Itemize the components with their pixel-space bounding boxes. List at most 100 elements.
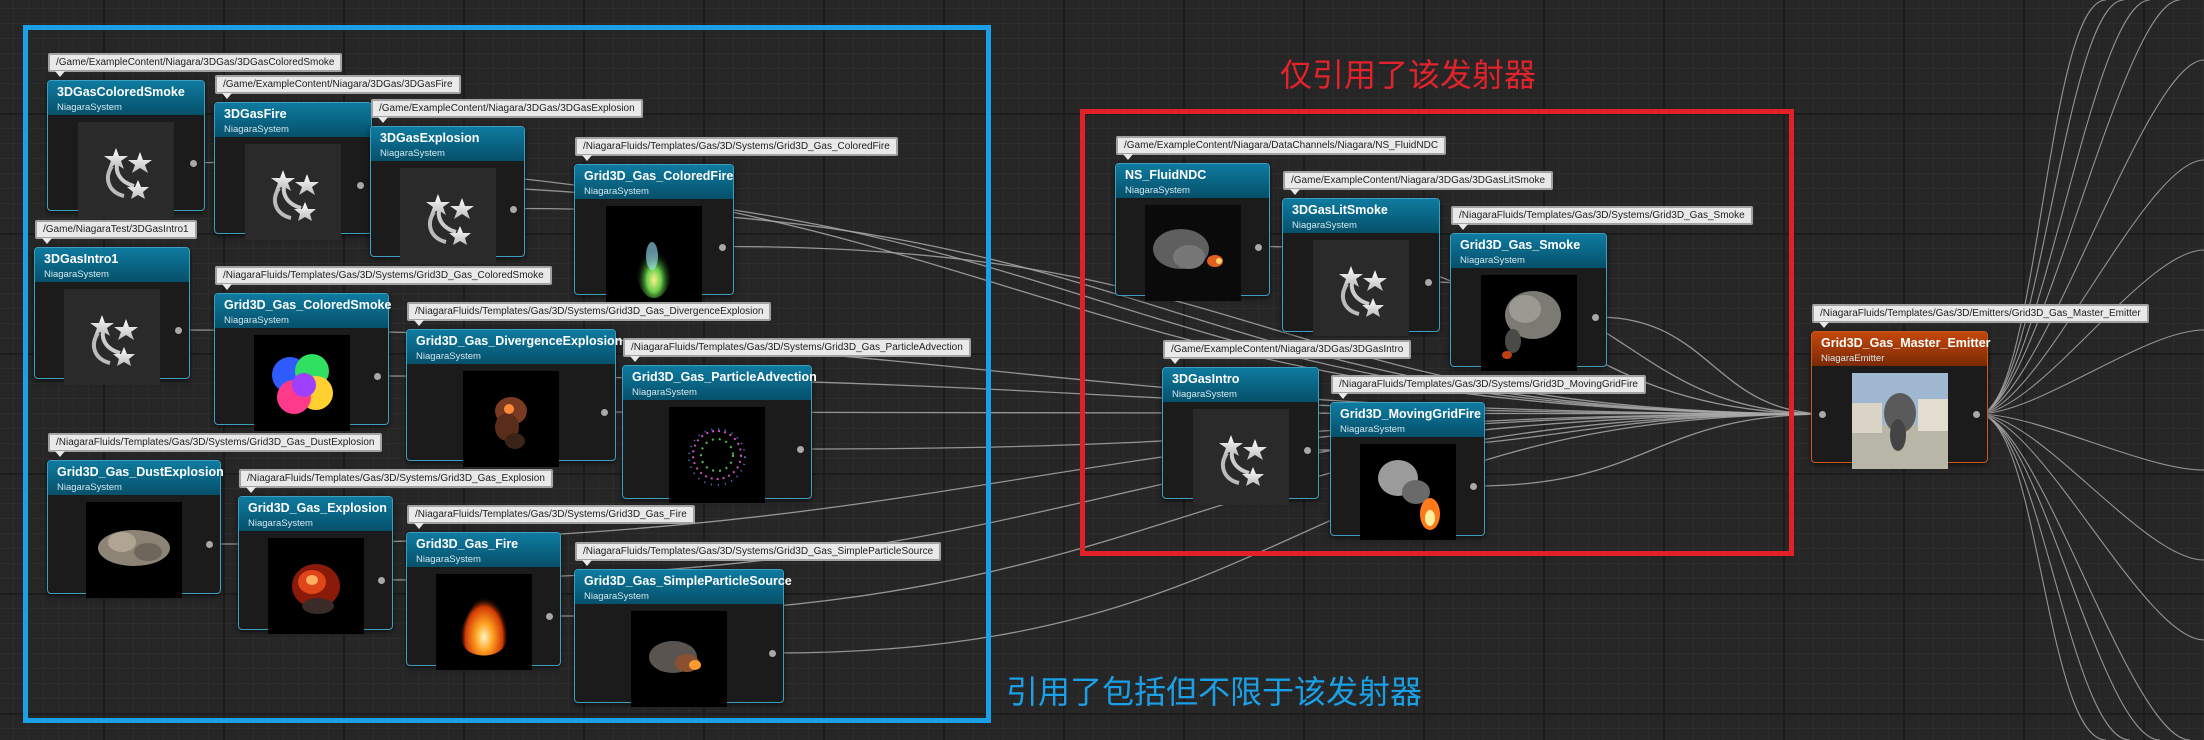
node-type: NiagaraSystem — [632, 387, 697, 398]
reference-wire — [1977, 159, 2204, 415]
node-type: NiagaraSystem — [44, 269, 109, 280]
node-header[interactable]: Grid3D_Gas_Fire NiagaraSystem — [407, 533, 560, 567]
niagara-system-icon — [1313, 240, 1409, 336]
output-pin[interactable] — [1592, 314, 1599, 321]
node-body — [407, 567, 560, 670]
node-body — [1283, 233, 1439, 336]
node-header[interactable]: 3DGasLitSmoke NiagaraSystem — [1283, 199, 1439, 233]
asset-path-tooltip: /NiagaraFluids/Templates/Gas/3D/Systems/… — [575, 137, 898, 161]
node-3dgascoloredsmoke[interactable]: 3DGasColoredSmoke NiagaraSystem — [47, 80, 205, 218]
input-pin[interactable] — [1819, 411, 1826, 418]
niagara-system-icon — [245, 144, 341, 240]
niagara-system-icon — [399, 168, 496, 264]
node-body — [1163, 402, 1318, 505]
node-type: NiagaraSystem — [1125, 185, 1190, 196]
node-grid3d-gas-fire[interactable]: Grid3D_Gas_Fire NiagaraSystem — [406, 532, 561, 670]
output-pin[interactable] — [1425, 279, 1432, 286]
node-grid3d-gas-explosion[interactable]: Grid3D_Gas_Explosion NiagaraSystem — [238, 496, 393, 634]
node-ns-fluidndc[interactable]: NS_FluidNDC NiagaraSystem — [1115, 163, 1270, 301]
asset-path-tooltip: /NiagaraFluids/Templates/Gas/3D/Systems/… — [575, 542, 942, 566]
node-header[interactable]: Grid3D_Gas_Smoke NiagaraSystem — [1451, 234, 1606, 268]
output-pin[interactable] — [175, 327, 182, 334]
dust-explosion-thumbnail — [86, 502, 182, 598]
asset-path-tooltip: /NiagaraFluids/Templates/Gas/3D/Systems/… — [407, 505, 695, 529]
node-header[interactable]: Grid3D_Gas_Master_Emitter NiagaraEmitter — [1812, 332, 1991, 366]
output-pin[interactable] — [1973, 411, 1980, 418]
node-grid3d-gas-master-emitter[interactable]: Grid3D_Gas_Master_Emitter NiagaraEmitter — [1811, 331, 1991, 469]
node-body — [371, 161, 524, 264]
node-body — [1116, 198, 1269, 301]
asset-path-tooltip: /NiagaraFluids/Templates/Gas/3D/Systems/… — [407, 302, 772, 326]
node-3dgasintro[interactable]: 3DGasIntro NiagaraSystem — [1162, 367, 1319, 505]
particle-advection-thumbnail — [669, 407, 765, 503]
node-type: NiagaraSystem — [416, 351, 481, 362]
output-pin[interactable] — [1255, 243, 1262, 251]
node-grid3d-movinggridfire[interactable]: Grid3D_MovingGridFire NiagaraSystem — [1330, 402, 1485, 540]
node-body — [215, 137, 371, 240]
node-header[interactable]: Grid3D_Gas_DivergenceExplosion NiagaraSys… — [407, 330, 622, 364]
node-type: NiagaraSystem — [416, 554, 481, 565]
output-pin[interactable] — [719, 243, 726, 251]
asset-path-tooltip: /Game/ExampleContent/Niagara/3DGas/3DGas… — [1283, 171, 1554, 195]
node-header[interactable]: Grid3D_Gas_ParticleAdvection NiagaraSyste… — [623, 366, 817, 400]
node-header[interactable]: 3DGasIntro NiagaraSystem — [1163, 368, 1318, 402]
node-header[interactable]: 3DGasIntro1 NiagaraSystem — [35, 248, 189, 282]
node-header[interactable]: Grid3D_Gas_Explosion NiagaraSystem — [239, 497, 392, 531]
node-header[interactable]: 3DGasExplosion NiagaraSystem — [371, 127, 524, 161]
niagara-system-icon — [64, 289, 160, 385]
node-header[interactable]: 3DGasColoredSmoke NiagaraSystem — [48, 81, 204, 115]
output-pin[interactable] — [1470, 483, 1477, 490]
reference-wire — [1977, 249, 2204, 415]
output-pin[interactable] — [797, 446, 804, 453]
node-type: NiagaraSystem — [1460, 255, 1525, 266]
node-header[interactable]: Grid3D_Gas_ColoredSmoke NiagaraSystem — [215, 294, 391, 328]
node-header[interactable]: Grid3D_MovingGridFire NiagaraSystem — [1331, 403, 1484, 437]
node-type: NiagaraSystem — [380, 148, 445, 159]
node-grid3d-gas-dustexplosion[interactable]: Grid3D_Gas_DustExplosion NiagaraSystem — [47, 460, 224, 598]
node-grid3d-gas-particleadvection[interactable]: Grid3D_Gas_ParticleAdvection NiagaraSyste… — [622, 365, 817, 503]
node-type: NiagaraSystem — [1292, 220, 1357, 231]
node-title: 3DGasIntro — [1172, 372, 1240, 386]
node-type: NiagaraSystem — [57, 482, 122, 493]
node-header[interactable]: Grid3D_Gas_SimpleParticleSource NiagaraSy… — [575, 570, 792, 604]
fluid-ndc-thumbnail — [1144, 205, 1241, 301]
output-pin[interactable] — [510, 205, 517, 213]
output-pin[interactable] — [357, 182, 364, 189]
output-pin[interactable] — [769, 650, 776, 657]
output-pin[interactable] — [374, 373, 381, 380]
node-header[interactable]: Grid3D_Gas_DustExplosion NiagaraSystem — [48, 461, 224, 495]
node-header[interactable]: 3DGasFire NiagaraSystem — [215, 103, 371, 137]
asset-path-tooltip: /Game/ExampleContent/Niagara/3DGas/3DGas… — [215, 75, 461, 99]
node-3dgasexplosion[interactable]: 3DGasExplosion NiagaraSystem — [370, 126, 525, 264]
explosion-thumbnail — [267, 538, 364, 634]
output-pin[interactable] — [190, 159, 197, 167]
node-type: NiagaraSystem — [248, 518, 313, 529]
reference-wire — [1977, 413, 2161, 740]
node-title: Grid3D_Gas_Fire — [416, 537, 519, 551]
output-pin[interactable] — [546, 613, 553, 620]
node-3dgaslitsmoke[interactable]: 3DGasLitSmoke NiagaraSystem — [1282, 198, 1440, 336]
annotation-referenced-including: 引用了包括但不限于该发射器 — [1006, 673, 1423, 711]
node-3dgasintro1[interactable]: 3DGasIntro1 NiagaraSystem — [34, 247, 190, 385]
node-title: Grid3D_MovingGridFire — [1340, 407, 1481, 421]
output-pin[interactable] — [1304, 447, 1311, 454]
node-grid3d-gas-coloredsmoke[interactable]: Grid3D_Gas_ColoredSmoke NiagaraSystem — [214, 293, 391, 431]
reference-wire — [1977, 0, 2107, 415]
node-grid3d-gas-simpleparticlesource[interactable]: Grid3D_Gas_SimpleParticleSource NiagaraSy… — [574, 569, 792, 707]
asset-path-tooltip: /Game/ExampleContent/Niagara/3DGas/3DGas… — [48, 53, 343, 77]
output-pin[interactable] — [206, 541, 213, 548]
node-body — [1812, 366, 1987, 469]
node-body — [48, 115, 204, 218]
node-title: 3DGasLitSmoke — [1292, 203, 1388, 217]
output-pin[interactable] — [378, 577, 385, 584]
node-grid3d-gas-coloredfire[interactable]: Grid3D_Gas_ColoredFire NiagaraSystem — [574, 164, 734, 302]
node-grid3d-gas-divergenceexplosion[interactable]: Grid3D_Gas_DivergenceExplosion NiagaraSys… — [406, 329, 622, 467]
node-grid3d-gas-smoke[interactable]: Grid3D_Gas_Smoke NiagaraSystem — [1450, 233, 1607, 371]
node-header[interactable]: Grid3D_Gas_ColoredFire NiagaraSystem — [575, 165, 733, 199]
output-pin[interactable] — [601, 409, 608, 416]
reference-wire — [1977, 413, 2204, 471]
asset-path-tooltip: /NiagaraFluids/Templates/Gas/3D/Systems/… — [48, 433, 383, 457]
node-header[interactable]: NS_FluidNDC NiagaraSystem — [1116, 164, 1269, 198]
moving-grid-fire-thumbnail — [1359, 444, 1456, 540]
node-3dgasfire[interactable]: 3DGasFire NiagaraSystem — [214, 102, 372, 240]
